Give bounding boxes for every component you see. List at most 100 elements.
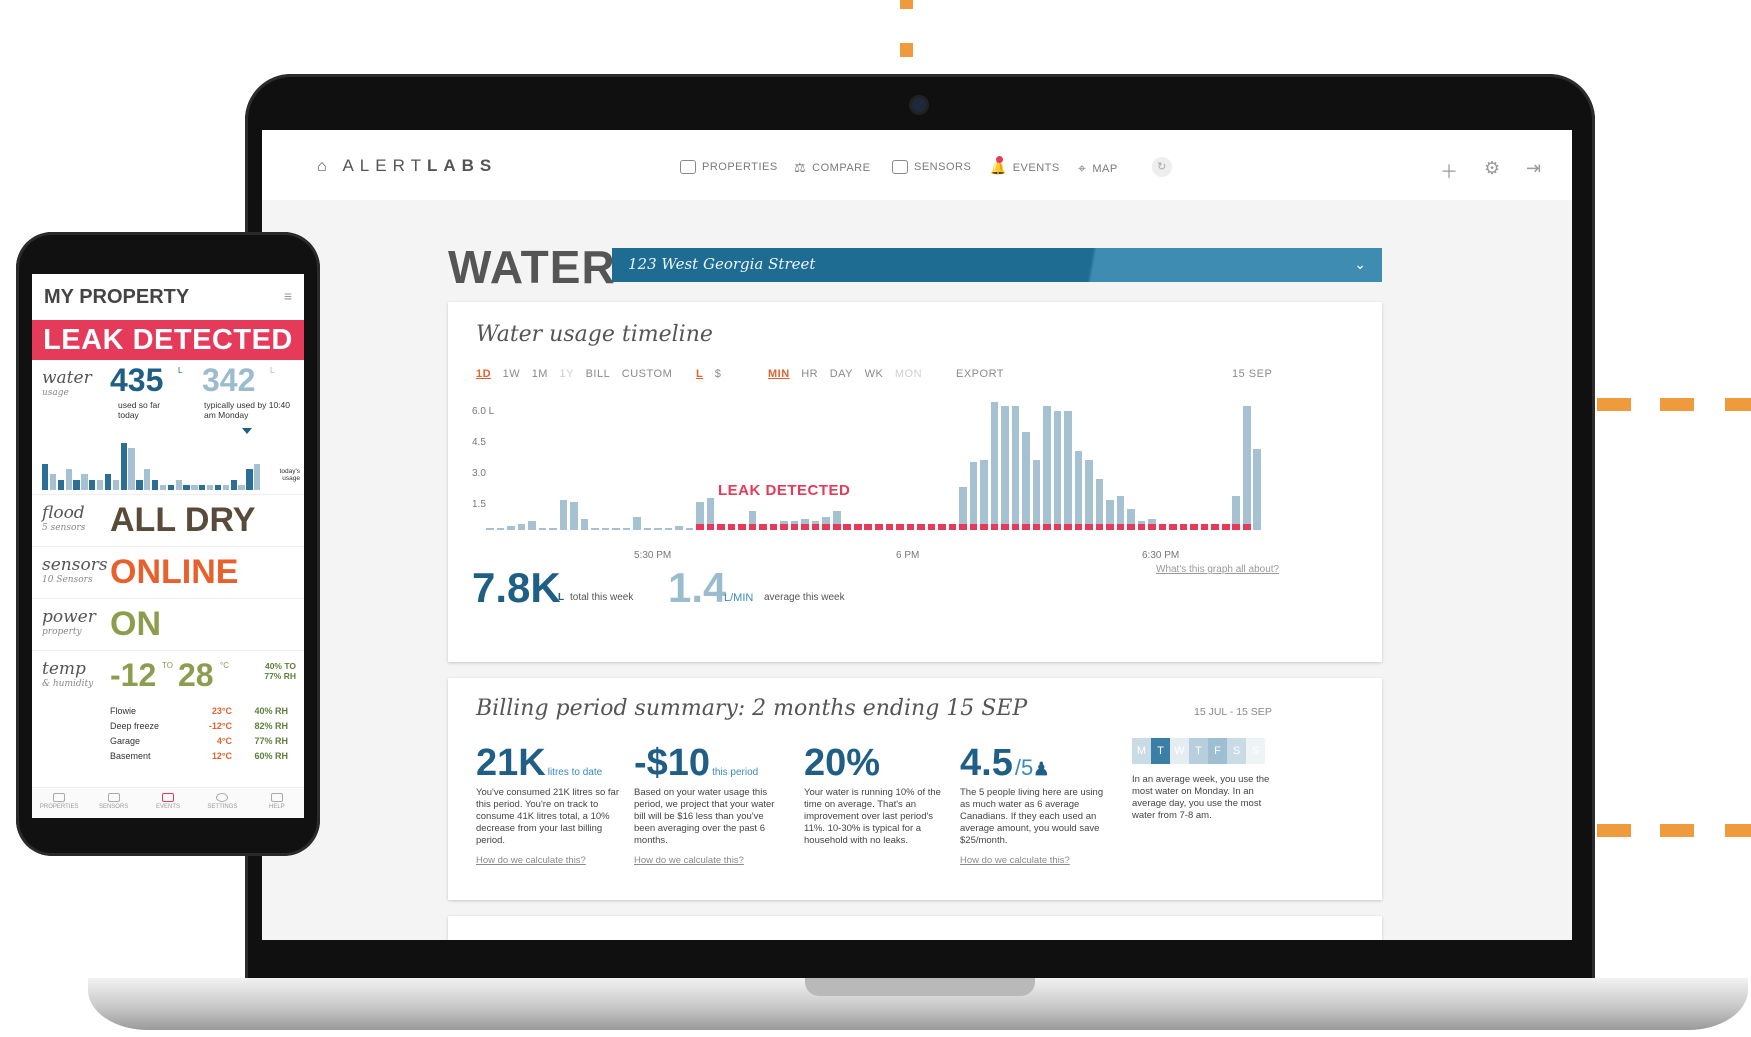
leak-marker — [790, 524, 799, 530]
usage-bar[interactable] — [1053, 410, 1062, 530]
tab-properties[interactable]: PROPERTIES — [32, 788, 86, 818]
range-1y[interactable]: 1Y — [560, 368, 574, 380]
usage-bar[interactable] — [580, 519, 589, 530]
room-rh: 82% RH — [254, 720, 288, 731]
usage-bar[interactable] — [1032, 459, 1041, 530]
res-mon[interactable]: MON — [895, 368, 922, 380]
usage-bar[interactable] — [685, 527, 694, 530]
usage-bar[interactable] — [980, 459, 988, 530]
unit-controls: L $ — [696, 368, 729, 380]
room-row[interactable]: Garage 4°C 77% RH — [110, 733, 290, 748]
usage-bar[interactable] — [1074, 451, 1083, 530]
tab-label: HELP — [268, 804, 285, 810]
range-1m[interactable]: 1M — [532, 368, 548, 380]
usage-bar[interactable] — [538, 527, 547, 530]
range-1w[interactable]: 1W — [503, 368, 521, 380]
tab-sensors[interactable]: SENSORS — [86, 788, 140, 818]
billing-link[interactable]: How do we calculate this? — [634, 855, 784, 866]
gear-icon[interactable]: ⚙ — [1484, 158, 1500, 179]
billing-link[interactable]: How do we calculate this? — [476, 855, 626, 866]
tab-settings[interactable]: SETTINGS — [195, 788, 249, 818]
room-row[interactable]: Deep freeze -12°C 82% RH — [110, 718, 290, 733]
phone-usage-bar — [175, 479, 182, 490]
leak-marker — [1085, 524, 1093, 530]
usage-bar[interactable] — [517, 523, 526, 530]
usage-bar[interactable] — [549, 527, 557, 530]
usage-bar[interactable] — [612, 527, 620, 530]
graph-help-link[interactable]: What's this graph all about? — [1156, 564, 1279, 575]
property-selector[interactable]: 123 West Georgia Street ⌄ — [612, 248, 1382, 282]
house-icon — [53, 793, 66, 802]
usage-bar[interactable] — [675, 525, 683, 530]
room-rh: 60% RH — [254, 750, 288, 761]
range-bill[interactable]: BILL — [586, 368, 611, 380]
usage-bar[interactable] — [559, 500, 568, 530]
usage-bar[interactable] — [1043, 406, 1051, 530]
leak-marker — [727, 524, 736, 530]
water-row[interactable]: water usage 435 L used so far today 342 … — [32, 360, 304, 494]
nav-properties[interactable]: PROPERTIES — [680, 160, 778, 174]
usage-bar[interactable] — [1011, 406, 1020, 530]
sensors-row[interactable]: sensors 10 Sensors ONLINE — [32, 546, 304, 599]
usage-bar[interactable] — [654, 527, 662, 530]
usage-chart[interactable] — [486, 402, 1264, 530]
billing-link[interactable]: How do we calculate this? — [960, 855, 1110, 866]
leak-marker — [980, 524, 988, 530]
res-min[interactable]: MIN — [768, 368, 790, 380]
unit-litres[interactable]: L — [696, 368, 703, 380]
usage-bar[interactable] — [664, 527, 673, 530]
usage-bar[interactable] — [507, 525, 515, 530]
res-hr[interactable]: HR — [801, 368, 818, 380]
usage-bar[interactable] — [591, 527, 599, 530]
room-row[interactable]: Flowie 23°C 40% RH — [110, 703, 290, 718]
usage-bar[interactable] — [643, 527, 652, 530]
usage-bar[interactable] — [969, 461, 978, 530]
usage-bar[interactable] — [1001, 406, 1009, 530]
res-wk[interactable]: WK — [865, 368, 884, 380]
usage-bar[interactable] — [1242, 406, 1251, 530]
usage-bar[interactable] — [496, 527, 505, 530]
menu-icon[interactable]: ≡ — [284, 288, 292, 304]
res-day[interactable]: DAY — [830, 368, 853, 380]
range-1d[interactable]: 1D — [476, 368, 491, 380]
usage-bar[interactable] — [1085, 459, 1093, 530]
phone-usage-bar — [246, 469, 253, 490]
usage-bar[interactable] — [1095, 478, 1104, 530]
usage-bar[interactable] — [622, 527, 631, 530]
compare-icon: ⚖ — [794, 160, 807, 175]
phone-usage-bar — [120, 443, 127, 490]
usage-bar[interactable] — [1253, 448, 1262, 530]
tab-help[interactable]: HELP — [250, 788, 304, 818]
unit-dollars[interactable]: $ — [715, 368, 722, 380]
row-sublabel: usage — [42, 388, 69, 398]
refresh-button[interactable]: ↻ — [1152, 157, 1172, 177]
range-custom[interactable]: CUSTOM — [622, 368, 672, 380]
usage-bar[interactable] — [486, 527, 494, 530]
plus-icon[interactable]: ＋ — [1440, 158, 1458, 184]
usage-bar[interactable] — [633, 517, 641, 530]
leak-marker — [717, 524, 725, 530]
billing-big: 20% — [804, 742, 881, 784]
usage-bar[interactable] — [1022, 431, 1030, 530]
usage-bar[interactable] — [601, 527, 610, 530]
room-temp: 23°C — [211, 705, 232, 716]
export-button[interactable]: EXPORT — [956, 368, 1004, 380]
brand-logo[interactable]: ⌂ ALERTLABS — [317, 156, 497, 176]
nav-events[interactable]: 🔔 EVENTS — [990, 156, 1060, 176]
room-row[interactable]: Basement 12°C 60% RH — [110, 748, 290, 763]
tab-events[interactable]: EVENTS — [141, 788, 195, 818]
logout-icon[interactable]: ⇥ — [1526, 158, 1541, 179]
usage-bar[interactable] — [990, 402, 999, 530]
usage-bar[interactable] — [528, 521, 536, 530]
leak-alert-banner[interactable]: LEAK DETECTED — [32, 320, 304, 360]
flood-row[interactable]: flood 5 sensors ALL DRY — [32, 494, 304, 547]
usage-bar[interactable] — [1064, 410, 1072, 530]
nav-map[interactable]: ⌖ MAP — [1078, 160, 1118, 177]
nav-compare[interactable]: ⚖ COMPARE — [794, 160, 870, 176]
usage-bar[interactable] — [570, 502, 578, 530]
leak-marker — [948, 524, 957, 530]
phone-usage-bar — [57, 479, 64, 490]
power-row[interactable]: power property ON — [32, 598, 304, 651]
row-sublabel: 10 Sensors — [42, 575, 93, 585]
nav-sensors[interactable]: SENSORS — [892, 160, 971, 174]
